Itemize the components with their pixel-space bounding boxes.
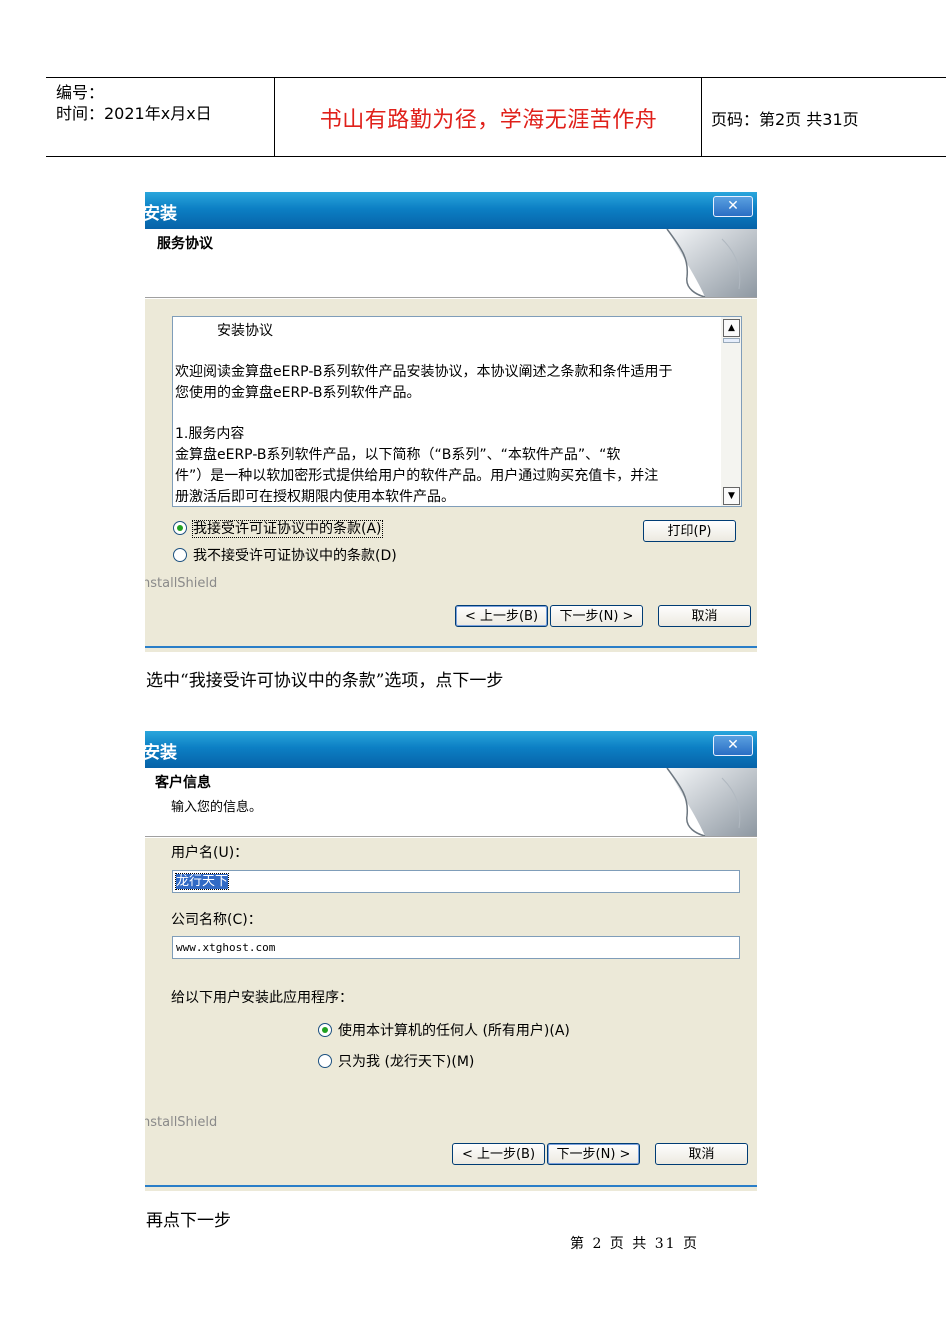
radio-decline-label: 我不接受许可证协议中的条款(D) xyxy=(193,548,397,564)
scrollbar[interactable]: ▲ ▼ xyxy=(721,317,741,506)
scroll-thumb[interactable] xyxy=(723,338,740,343)
dialog-bottom-border xyxy=(145,1185,757,1187)
license-text-box[interactable]: 安装协议欢迎阅读金算盘eERP-B系列软件产品安装协议，本协议阐述之条款和条件适… xyxy=(172,316,742,507)
radio-only-me-label: 只为我 (龙行天下)(M) xyxy=(338,1054,475,1070)
radio-all-users-label: 使用本计算机的任何人 (所有用户)(A) xyxy=(338,1023,570,1039)
install-for-label: 给以下用户安装此应用程序： xyxy=(171,990,353,1006)
section-subtitle: 输入您的信息。 xyxy=(171,800,263,815)
dialog-banner: 客户信息 输入您的信息。 xyxy=(145,768,757,836)
scroll-down-icon[interactable]: ▼ xyxy=(723,487,740,505)
dialog-banner: 服务协议 xyxy=(145,229,757,297)
section-title: 客户信息 xyxy=(155,775,211,791)
close-button[interactable]: ✕ xyxy=(713,196,753,217)
license-line: 1.服务内容 xyxy=(175,426,245,442)
document-time: 时间：2021年x月x日 xyxy=(56,104,212,123)
license-text: 安装协议欢迎阅读金算盘eERP-B系列软件产品安装协议，本协议阐述之条款和条件适… xyxy=(175,321,720,508)
header-meta: 编号： 时间：2021年x月x日 xyxy=(56,82,212,124)
header-motto: 书山有路勤为径，学海无涯苦作舟 xyxy=(319,108,658,133)
license-line xyxy=(175,342,720,362)
header-page-number: 页码：第2页 共31页 xyxy=(711,110,859,129)
title-bar: 安装 ✕ xyxy=(145,192,757,229)
print-button[interactable]: 打印(P) xyxy=(643,520,736,542)
license-line: 您使用的金算盘eERP-B系列软件产品。 xyxy=(175,385,421,401)
installshield-label: nstallShield xyxy=(145,576,218,591)
header-divider xyxy=(274,78,275,156)
document-number: 编号： xyxy=(56,83,105,102)
company-field[interactable]: www.xtghost.com xyxy=(172,936,740,959)
customer-info-dialog: 安装 ✕ 客户信息 输入您的信息。 用户名(U)： 龙行天下 公司名称(C)： … xyxy=(145,731,757,1191)
license-line: 安装协议 xyxy=(175,323,273,339)
divider xyxy=(145,837,757,838)
radio-accept[interactable]: 我接受许可证协议中的条款(A) xyxy=(173,520,383,538)
next-button[interactable]: 下一步(N) > xyxy=(547,1143,640,1165)
close-button[interactable]: ✕ xyxy=(713,735,753,756)
company-label: 公司名称(C)： xyxy=(171,912,262,928)
installshield-label: nstallShield xyxy=(145,1115,218,1130)
radio-accept-label: 我接受许可证协议中的条款(A) xyxy=(192,520,383,538)
cancel-button[interactable]: 取消 xyxy=(655,1143,748,1165)
next-button[interactable]: 下一步(N) > xyxy=(550,605,643,627)
scroll-up-icon[interactable]: ▲ xyxy=(723,319,740,337)
company-value: www.xtghost.com xyxy=(176,941,276,954)
license-line: 金算盘eERP-B系列软件产品，以下简称（“B系列”、“本软件产品”、“软 xyxy=(175,447,621,463)
username-label: 用户名(U)： xyxy=(171,845,249,861)
radio-selected-icon xyxy=(173,521,187,535)
header-divider xyxy=(701,78,702,156)
license-line: 欢迎阅读金算盘eERP-B系列软件产品安装协议，本协议阐述之条款和条件适用于 xyxy=(175,364,673,380)
title-bar: 安装 ✕ xyxy=(145,731,757,768)
radio-decline[interactable]: 我不接受许可证协议中的条款(D) xyxy=(173,547,397,565)
license-line: 件”）是一种以软加密形式提供给用户的软件产品。用户通过购买充值卡，并注 xyxy=(175,468,659,484)
radio-all-users[interactable]: 使用本计算机的任何人 (所有用户)(A) xyxy=(318,1022,570,1040)
caption-step-1: 选中“我接受许可协议中的条款”选项，点下一步 xyxy=(146,671,504,691)
page-footer: 第 2 页 共 31 页 xyxy=(570,1236,699,1252)
section-title: 服务协议 xyxy=(157,236,213,252)
installer-graphic-icon xyxy=(666,229,757,297)
license-dialog: 安装 ✕ 服务协议 安装协议欢迎阅读金算盘eERP-B系列软件产品安装协议，本协… xyxy=(145,192,757,652)
radio-selected-icon xyxy=(318,1023,332,1037)
radio-unselected-icon xyxy=(318,1054,332,1068)
page-header: 编号： 时间：2021年x月x日 书山有路勤为径，学海无涯苦作舟 页码：第2页 … xyxy=(46,77,946,157)
username-field[interactable]: 龙行天下 xyxy=(172,870,740,893)
radio-only-me[interactable]: 只为我 (龙行天下)(M) xyxy=(318,1053,474,1071)
license-line xyxy=(175,404,720,424)
back-button[interactable]: < 上一步(B) xyxy=(452,1143,545,1165)
dialog-bottom-border xyxy=(145,646,757,648)
caption-step-2: 再点下一步 xyxy=(146,1211,231,1231)
radio-unselected-icon xyxy=(173,548,187,562)
installer-graphic-icon xyxy=(666,768,757,836)
window-title: 安装 xyxy=(145,204,177,224)
username-value: 龙行天下 xyxy=(174,873,230,890)
window-title: 安装 xyxy=(145,743,177,763)
back-button[interactable]: < 上一步(B) xyxy=(455,605,548,627)
license-line: 册激活后即可在授权期限内使用本软件产品。 xyxy=(175,489,455,505)
cancel-button[interactable]: 取消 xyxy=(658,605,751,627)
divider xyxy=(145,298,757,299)
